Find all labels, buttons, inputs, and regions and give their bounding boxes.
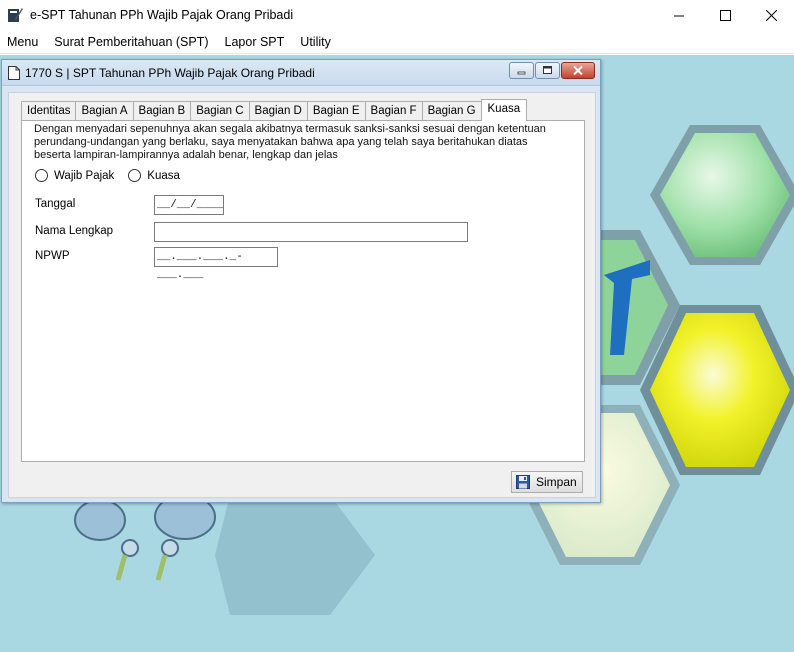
app-titlebar: e-SPT Tahunan PPh Wajib Pajak Orang Prib…: [0, 0, 794, 30]
radio-wajib-pajak-label[interactable]: Wajib Pajak: [54, 170, 114, 182]
tab-bagian-e[interactable]: Bagian E: [306, 101, 366, 121]
signer-radio-group: Wajib Pajak Kuasa: [35, 169, 194, 182]
tab-kuasa[interactable]: Kuasa: [480, 99, 528, 121]
tab-bagian-d[interactable]: Bagian D: [248, 101, 308, 121]
tanggal-label: Tanggal: [35, 198, 76, 210]
close-icon: [573, 66, 583, 75]
radio-kuasa[interactable]: [128, 169, 142, 182]
tab-identitas[interactable]: Identitas: [21, 101, 77, 121]
menu-item-menu[interactable]: Menu: [0, 30, 46, 54]
menubar: Menu Surat Pemberitahuan (SPT) Lapor SPT…: [0, 30, 794, 54]
spt-window-title: 1770 S | SPT Tahunan PPh Wajib Pajak Ora…: [25, 65, 315, 80]
menu-item-lapor-spt[interactable]: Lapor SPT: [217, 30, 293, 54]
radio-kuasa-label[interactable]: Kuasa: [147, 170, 180, 182]
close-button[interactable]: [748, 0, 794, 30]
tab-bagian-f[interactable]: Bagian F: [364, 101, 423, 121]
floppy-disk-icon: [516, 475, 530, 489]
declaration-text: Dengan menyadari sepenuhnya akan segala …: [34, 123, 546, 161]
maximize-button[interactable]: [702, 0, 748, 30]
spt-window-body: Identitas Bagian A Bagian B Bagian C Bag…: [8, 92, 596, 498]
child-minimize-button[interactable]: [509, 62, 534, 79]
menu-item-spt[interactable]: Surat Pemberitahuan (SPT): [46, 30, 216, 54]
maximize-icon: [543, 66, 552, 74]
tab-bagian-g[interactable]: Bagian G: [421, 101, 482, 121]
tab-bagian-c[interactable]: Bagian C: [190, 101, 250, 121]
tab-bagian-b[interactable]: Bagian B: [132, 101, 192, 121]
npwp-field[interactable]: __.___.___._-___.___: [154, 247, 278, 281]
spt-window: 1770 S | SPT Tahunan PPh Wajib Pajak Ora…: [1, 59, 601, 503]
kuasa-panel: Dengan menyadari sepenuhnya akan segala …: [21, 120, 585, 462]
save-button-label: Simpan: [536, 475, 577, 489]
child-close-button[interactable]: [561, 62, 595, 79]
nama-lengkap-label: Nama Lengkap: [35, 225, 113, 237]
minimize-icon: [673, 15, 684, 16]
tab-strip: Identitas Bagian A Bagian B Bagian C Bag…: [21, 99, 528, 121]
nama-lengkap-field[interactable]: [154, 222, 468, 242]
app-title: e-SPT Tahunan PPh Wajib Pajak Orang Prib…: [30, 8, 294, 22]
document-icon: [8, 65, 20, 80]
menu-item-utility[interactable]: Utility: [292, 30, 339, 54]
tab-bagian-a[interactable]: Bagian A: [75, 101, 134, 121]
save-button[interactable]: Simpan: [511, 471, 583, 493]
minimize-button[interactable]: [656, 0, 702, 30]
npwp-label: NPWP: [35, 250, 70, 262]
close-icon: [765, 9, 777, 21]
tanggal-field[interactable]: __/__/____: [154, 195, 224, 215]
minimize-icon: [517, 71, 526, 75]
spt-window-titlebar[interactable]: 1770 S | SPT Tahunan PPh Wajib Pajak Ora…: [2, 60, 600, 86]
app-icon: [8, 8, 23, 22]
child-maximize-button[interactable]: [535, 62, 560, 79]
maximize-icon: [719, 9, 731, 21]
radio-wajib-pajak[interactable]: [35, 169, 48, 182]
